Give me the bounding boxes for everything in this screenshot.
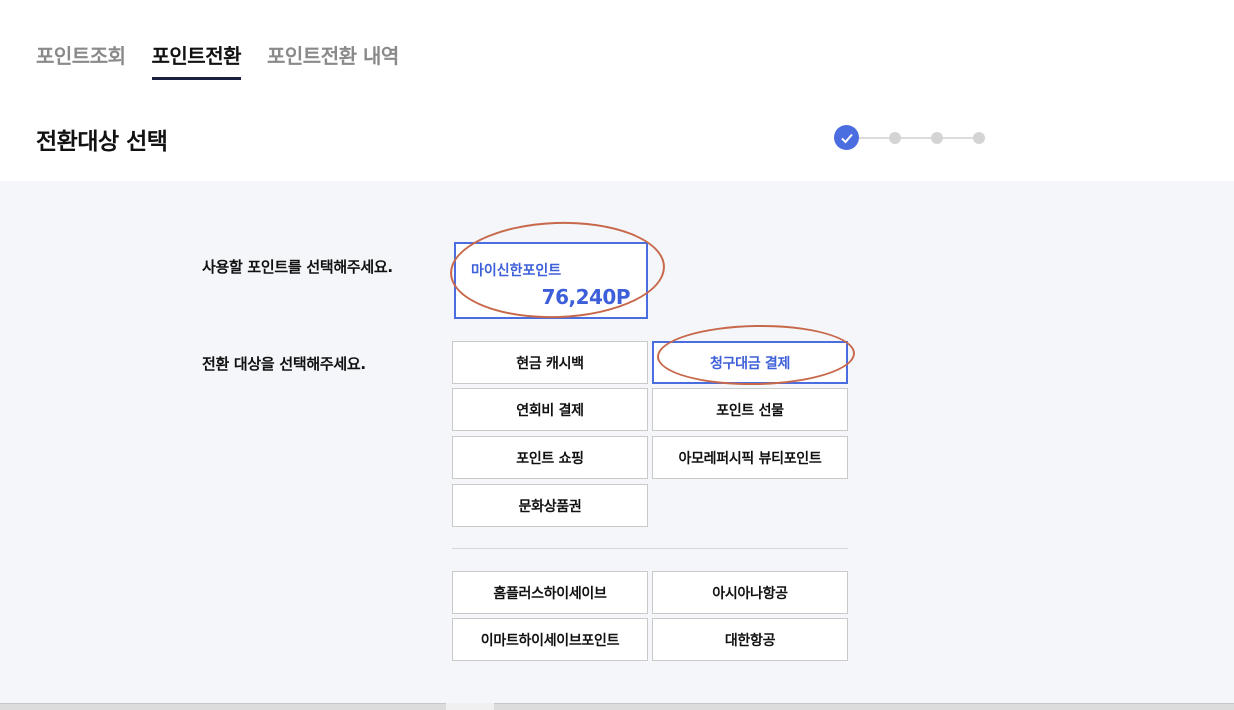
point-balance: 76,240P bbox=[541, 285, 631, 309]
option-emart[interactable]: 이마트하이세이브포인트 bbox=[452, 618, 648, 661]
option-point-gift[interactable]: 포인트 선물 bbox=[652, 388, 848, 431]
tab-point-conversion[interactable]: 포인트전환 bbox=[151, 40, 241, 80]
step-connector bbox=[859, 136, 889, 139]
step-1-complete bbox=[834, 125, 859, 150]
tab-point-inquiry[interactable]: 포인트조회 bbox=[36, 40, 126, 80]
point-card[interactable]: 마이신한포인트 76,240P bbox=[454, 242, 648, 319]
tab-bar: 포인트조회 포인트전환 포인트전환 내역 bbox=[36, 40, 399, 80]
progress-stepper bbox=[834, 125, 985, 150]
step-2-dot bbox=[889, 131, 901, 144]
point-name: 마이신한포인트 bbox=[471, 263, 562, 279]
option-homeplus[interactable]: 홈플러스하이세이브 bbox=[452, 571, 648, 614]
option-amorepacific[interactable]: 아모레퍼시픽 뷰티포인트 bbox=[652, 436, 848, 479]
select-target-label: 전환 대상을 선택해주세요. bbox=[202, 355, 366, 373]
option-point-shopping[interactable]: 포인트 쇼핑 bbox=[452, 436, 648, 479]
option-bill-payment[interactable]: 청구대금 결제 bbox=[652, 341, 848, 384]
option-cash-back[interactable]: 현금 캐시백 bbox=[452, 341, 648, 384]
step-connector bbox=[943, 136, 973, 139]
option-korean-air[interactable]: 대한항공 bbox=[652, 618, 848, 661]
page: 포인트조회 포인트전환 포인트전환 내역 전환대상 선택 사용할 포인트를 선택… bbox=[0, 0, 1234, 710]
option-culture-voucher[interactable]: 문화상품권 bbox=[452, 484, 648, 527]
step-3-dot bbox=[931, 131, 943, 144]
step-4-dot bbox=[973, 131, 985, 144]
page-title: 전환대상 선택 bbox=[36, 129, 168, 155]
tab-conversion-history[interactable]: 포인트전환 내역 bbox=[267, 40, 399, 80]
divider bbox=[452, 548, 848, 549]
option-annual-fee[interactable]: 연회비 결제 bbox=[452, 388, 648, 431]
step-connector bbox=[901, 136, 931, 139]
scrollbar-thumb[interactable] bbox=[446, 703, 494, 710]
check-icon bbox=[840, 133, 853, 143]
scrollbar-track[interactable] bbox=[0, 703, 1234, 710]
option-asiana[interactable]: 아시아나항공 bbox=[652, 571, 848, 614]
select-point-label: 사용할 포인트를 선택해주세요. bbox=[202, 258, 393, 276]
